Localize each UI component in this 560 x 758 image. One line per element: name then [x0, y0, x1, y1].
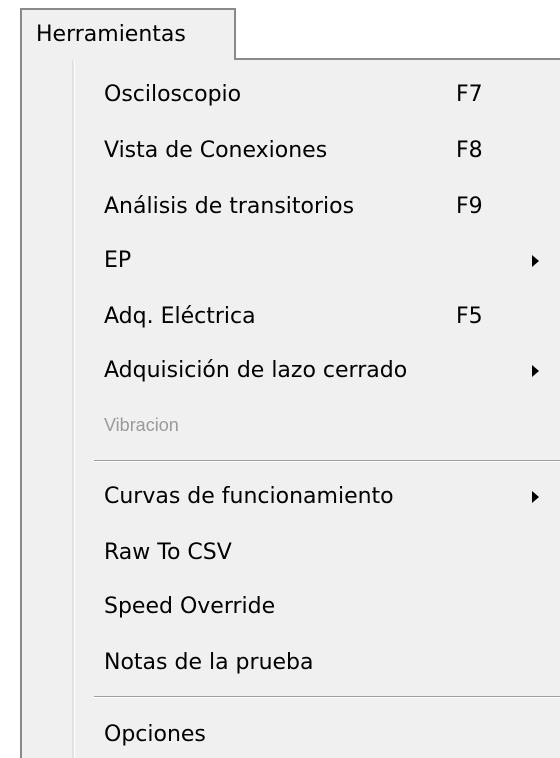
menu-item-notas-de-la-prueba[interactable]: Notas de la prueba [22, 634, 560, 692]
submenu-arrow-icon [532, 491, 539, 503]
shortcut-label: F5 [456, 304, 483, 329]
menu-item-vibracion: Vibracion [22, 396, 560, 454]
submenu-arrow-icon [532, 365, 539, 377]
menu-item-curvas-de-funcionamiento[interactable]: Curvas de funcionamiento [22, 468, 560, 526]
menu-item-ep[interactable]: EP [22, 232, 560, 290]
menu-item-label: Osciloscopio [104, 82, 242, 107]
menu-item-analisis-de-transitorios[interactable]: Análisis de transitorios F9 [22, 178, 560, 236]
menu-separator [94, 460, 560, 462]
menu-item-adquisicion-de-lazo-cerrado[interactable]: Adquisición de lazo cerrado [22, 342, 560, 400]
menu-separator [94, 696, 560, 698]
menu-item-label: Vista de Conexiones [104, 138, 328, 163]
menu-item-raw-to-csv[interactable]: Raw To CSV [22, 524, 560, 582]
menu-item-label: Análisis de transitorios [104, 194, 355, 219]
menu-item-label: Adquisición de lazo cerrado [104, 358, 408, 383]
menu-item-label: Opciones [104, 722, 206, 747]
menu-item-label: Notas de la prueba [104, 650, 314, 675]
menu-item-label: Adq. Eléctrica [104, 304, 256, 329]
menu-item-speed-override[interactable]: Speed Override [22, 578, 560, 636]
menu-item-label: EP [104, 248, 132, 273]
menu-item-opciones[interactable]: Opciones [22, 706, 560, 758]
menu-item-label: Curvas de funcionamiento [104, 484, 394, 509]
shortcut-label: F8 [456, 138, 483, 163]
menu-bar: Herramientas [0, 0, 560, 62]
menu-item-label: Speed Override [104, 594, 276, 619]
submenu-arrow-icon [532, 255, 539, 267]
shortcut-label: F9 [456, 194, 483, 219]
menu-item-vista-de-conexiones[interactable]: Vista de Conexiones F8 [22, 122, 560, 180]
menu-item-label: Vibracion [104, 415, 179, 435]
shortcut-label: F7 [456, 82, 483, 107]
menu-item-adq-electrica[interactable]: Adq. Eléctrica F5 [22, 288, 560, 346]
dropdown-menu: Osciloscopio F7 Vista de Conexiones F8 A… [20, 58, 560, 758]
menu-item-osciloscopio[interactable]: Osciloscopio F7 [22, 66, 560, 124]
menu-item-label: Raw To CSV [104, 540, 232, 565]
menu-herramientas[interactable]: Herramientas [20, 8, 236, 60]
